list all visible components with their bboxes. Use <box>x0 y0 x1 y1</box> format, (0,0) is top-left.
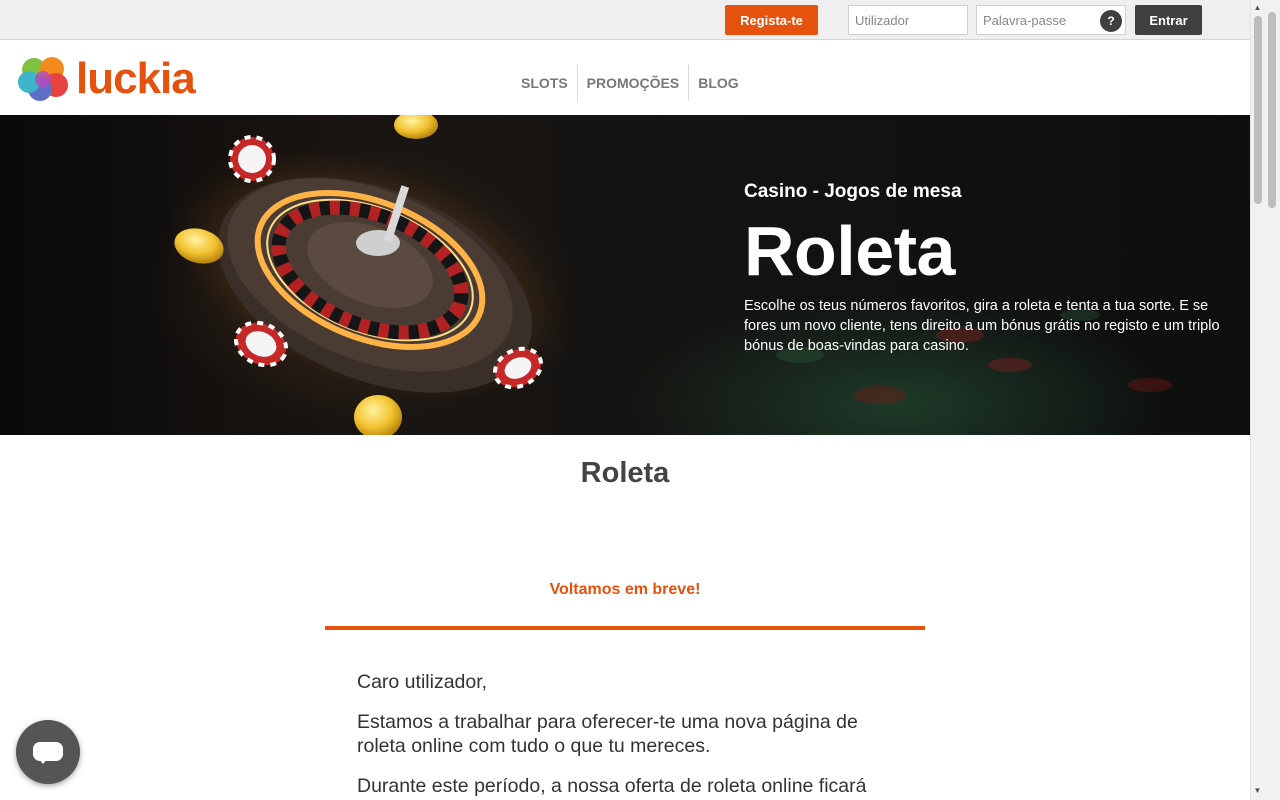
hero-title: Roleta <box>744 212 955 290</box>
scrollbar-thumb[interactable] <box>1254 16 1262 204</box>
hero-description: Escolhe os teus números favoritos, gira … <box>744 298 1220 354</box>
luckia-logo[interactable]: luckia <box>16 54 196 103</box>
logo-wordmark: luckia <box>76 54 196 103</box>
notice-divider <box>325 626 925 630</box>
scroll-up-arrow-icon[interactable]: ▲ <box>1252 3 1263 12</box>
nav-item-promocoes[interactable]: PROMOÇÕES <box>578 65 690 101</box>
chat-button[interactable] <box>16 720 80 784</box>
clover-logo-icon <box>18 57 68 101</box>
nav-item-slots[interactable]: SLOTS <box>512 65 578 101</box>
username-input[interactable] <box>848 5 968 35</box>
hero-banner: Casino - Jogos de mesa Roleta Escolhe os… <box>0 115 1250 435</box>
notice-paragraph: Estamos a trabalhar para oferecer-te uma… <box>357 711 858 757</box>
roulette-illustration <box>169 115 1172 435</box>
password-field: ? <box>976 5 1126 35</box>
site-header: luckia SLOTS PROMOÇÕES BLOG <box>0 41 1250 115</box>
question-mark-icon[interactable]: ? <box>1100 10 1122 32</box>
top-utility-bar: Regista-te ? Entrar <box>0 0 1250 40</box>
notice-greeting: Caro utilizador, <box>357 671 488 693</box>
notice-title: Voltamos em breve! <box>549 581 701 598</box>
notice-paragraph: Durante este período, a nossa oferta de … <box>357 775 867 797</box>
register-button[interactable]: Regista-te <box>725 5 818 35</box>
nav-item-blog[interactable]: BLOG <box>689 65 747 101</box>
chat-bubble-tail <box>38 758 48 764</box>
page-title: Roleta <box>580 457 670 489</box>
password-input[interactable] <box>977 6 1097 34</box>
scroll-down-arrow-icon[interactable]: ▼ <box>1252 786 1263 795</box>
hero-subtitle: Casino - Jogos de mesa <box>744 181 962 202</box>
scrollbar-thumb[interactable] <box>1268 12 1276 208</box>
login-button[interactable]: Entrar <box>1135 5 1202 35</box>
main-nav: SLOTS PROMOÇÕES BLOG <box>512 65 748 101</box>
